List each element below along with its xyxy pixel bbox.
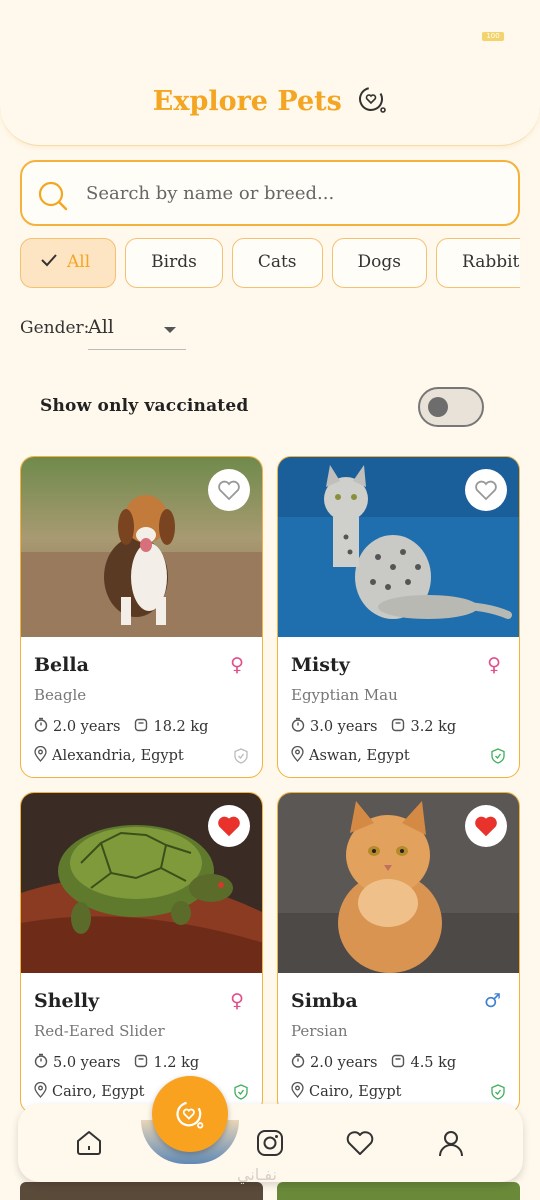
pet-weight: 1.2 kg: [153, 1054, 200, 1071]
pet-name: Bella: [34, 654, 89, 676]
pet-location-text: Alexandria, Egypt: [52, 748, 184, 764]
pet-card-bella[interactable]: Bella ♀ Beagle 2.0 years 18.2 kg Alexandr…: [20, 456, 263, 778]
location-pin-icon: [291, 745, 304, 766]
gender-label: Gender:: [20, 318, 90, 338]
heart-outline-icon: [475, 480, 497, 501]
location-pin-icon: [291, 1081, 304, 1102]
pet-card-shelly[interactable]: Shelly ♀ Red-Eared Slider 5.0 years 1.2 k…: [20, 792, 263, 1114]
pet-meta: 3.0 years 3.2 kg: [291, 717, 456, 736]
chip-label: All: [67, 252, 91, 272]
profile-icon[interactable]: [436, 1128, 466, 1162]
vaccinated-shield-icon: [491, 1084, 505, 1104]
heart-outline-icon: [218, 480, 240, 501]
paw-logo-icon: [176, 1101, 204, 1129]
vaccinated-toggle[interactable]: [418, 387, 484, 427]
next-card-peek: [20, 1182, 263, 1200]
favorite-button[interactable]: [465, 469, 507, 511]
search-bar[interactable]: [20, 160, 520, 226]
pet-name: Shelly: [34, 990, 100, 1012]
paw-logo-icon: [357, 84, 387, 121]
chip-label: Dogs: [357, 252, 402, 272]
scale-icon: [391, 1054, 405, 1072]
pet-age: 2.0 years: [310, 1054, 378, 1071]
pet-location: Cairo, Egypt: [291, 1081, 402, 1102]
chip-dogs[interactable]: Dogs: [331, 238, 428, 288]
pet-age: 5.0 years: [53, 1054, 121, 1071]
vaccinated-shield-icon: [234, 1084, 248, 1104]
pet-age: 3.0 years: [310, 718, 378, 735]
unvaccinated-shield-icon: [234, 748, 248, 768]
watermark: نفـاني: [237, 1165, 277, 1184]
pet-card-misty[interactable]: Misty ♀ Egyptian Mau 3.0 years 3.2 kg Asw…: [277, 456, 520, 778]
heart-filled-icon: [475, 816, 497, 837]
pet-location-text: Cairo, Egypt: [52, 1084, 145, 1100]
chip-cats[interactable]: Cats: [231, 238, 323, 288]
category-chips: All Birds Cats Dogs Rabbit: [20, 238, 520, 290]
pet-location: Cairo, Egypt: [34, 1081, 145, 1102]
favorite-button[interactable]: [208, 805, 250, 847]
search-input[interactable]: [86, 174, 496, 212]
female-icon: ♀: [230, 990, 244, 1012]
heart-filled-icon: [218, 816, 240, 837]
pet-weight: 18.2 kg: [153, 718, 209, 735]
instagram-icon[interactable]: [255, 1128, 285, 1162]
pet-weight: 3.2 kg: [410, 718, 457, 735]
timer-icon: [34, 717, 48, 736]
location-pin-icon: [34, 1081, 47, 1102]
pet-location: Alexandria, Egypt: [34, 745, 184, 766]
vaccinated-shield-icon: [491, 748, 505, 768]
explore-fab-button[interactable]: [152, 1076, 228, 1152]
chip-birds[interactable]: Birds: [125, 238, 223, 288]
chip-label: Birds: [151, 252, 197, 272]
pet-location-text: Cairo, Egypt: [309, 1084, 402, 1100]
gender-value: All: [88, 316, 114, 338]
search-icon: [36, 179, 70, 217]
battery-icon: 100: [482, 32, 504, 41]
pet-breed: Beagle: [34, 686, 87, 704]
home-icon[interactable]: [74, 1128, 104, 1162]
scale-icon: [134, 718, 148, 736]
vaccinated-label: Show only vaccinated: [40, 396, 249, 416]
pet-age: 2.0 years: [53, 718, 121, 735]
pet-weight: 4.5 kg: [410, 1054, 457, 1071]
chip-label: Rabbit: [462, 252, 520, 272]
pet-meta: 2.0 years 18.2 kg: [34, 717, 208, 736]
chip-rabbit[interactable]: Rabbit: [436, 238, 520, 288]
page-title-text: Explore Pets: [152, 86, 342, 117]
scale-icon: [391, 718, 405, 736]
pet-name: Misty: [291, 654, 350, 676]
check-icon: [41, 239, 57, 286]
pet-card-simba[interactable]: Simba ♂ Persian 2.0 years 4.5 kg Cairo, E…: [277, 792, 520, 1114]
dropdown-caret-icon: [164, 327, 176, 333]
chip-label: Cats: [257, 252, 297, 272]
app-header: Explore Pets 100: [0, 0, 540, 146]
pet-name: Simba: [291, 990, 358, 1012]
timer-icon: [291, 717, 305, 736]
pet-location-text: Aswan, Egypt: [309, 748, 410, 764]
female-icon: ♀: [230, 654, 244, 676]
male-icon: ♂: [483, 990, 501, 1012]
favorite-button[interactable]: [465, 805, 507, 847]
page-title: Explore Pets: [0, 84, 540, 121]
pet-breed: Persian: [291, 1022, 348, 1040]
location-pin-icon: [34, 745, 47, 766]
female-icon: ♀: [487, 654, 501, 676]
pet-location: Aswan, Egypt: [291, 745, 410, 766]
next-card-peek: [277, 1182, 520, 1200]
heart-icon[interactable]: [345, 1128, 375, 1162]
gender-dropdown[interactable]: All: [88, 316, 186, 350]
pet-breed: Red-Eared Slider: [34, 1022, 165, 1040]
pet-breed: Egyptian Mau: [291, 686, 398, 704]
timer-icon: [291, 1053, 305, 1072]
timer-icon: [34, 1053, 48, 1072]
pet-meta: 5.0 years 1.2 kg: [34, 1053, 199, 1072]
chip-all[interactable]: All: [20, 238, 117, 288]
favorite-button[interactable]: [208, 469, 250, 511]
pet-meta: 2.0 years 4.5 kg: [291, 1053, 456, 1072]
scale-icon: [134, 1054, 148, 1072]
toggle-knob: [428, 397, 448, 417]
